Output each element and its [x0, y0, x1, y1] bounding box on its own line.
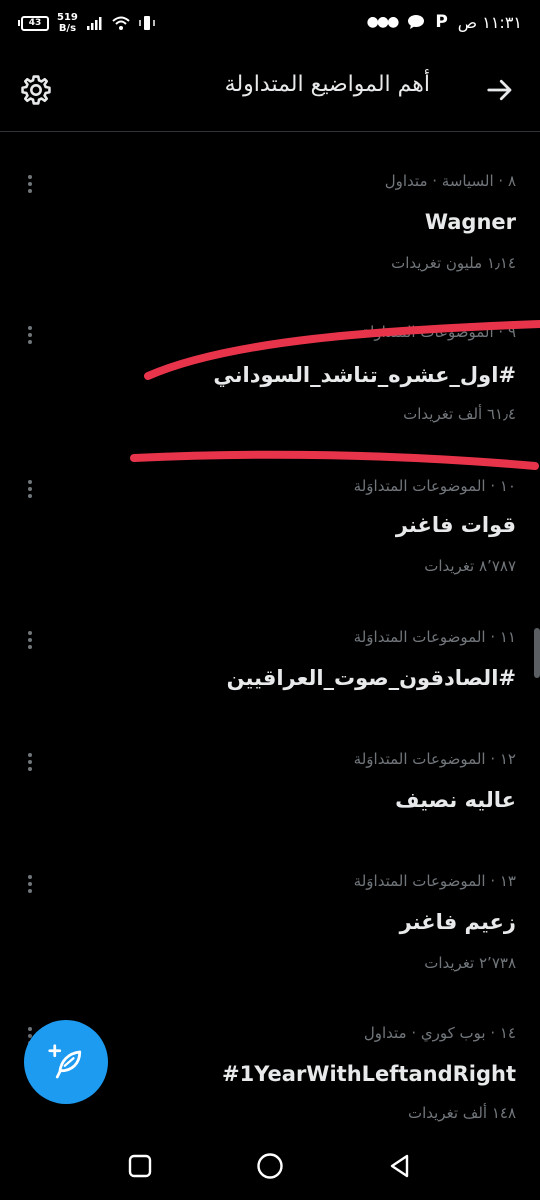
- recents-square-icon: [128, 1154, 152, 1178]
- home-button[interactable]: [250, 1146, 290, 1186]
- status-bar: 43 519 B/s ●●● P ١١:٣١ ص: [0, 0, 540, 48]
- trend-more-button[interactable]: [22, 323, 38, 347]
- status-left: 43 519 B/s: [18, 12, 156, 34]
- trend-item[interactable]: ١١ · الموضوعات المتداوَلة #الصادقون_صوت_…: [0, 618, 540, 728]
- trend-meta: ١٣ · الموضوعات المتداوَلة: [353, 872, 516, 890]
- trend-name: #الصادقون_صوت_العراقيين: [226, 666, 516, 690]
- trend-item[interactable]: ٨ · السياسة · متداول Wagner ١٫١٤ مليون ت…: [0, 160, 540, 300]
- trend-name: قوات فاغنر: [395, 513, 516, 537]
- network-speed-value: 519: [57, 12, 78, 23]
- feather-plus-icon: [48, 1044, 82, 1079]
- trend-name: عاليه نصيف: [395, 788, 516, 812]
- back-nav-button[interactable]: [380, 1146, 420, 1186]
- trend-item[interactable]: ١٣ · الموضوعات المتداوَلة زعيم فاغنر ٢٬٧…: [0, 862, 540, 1002]
- trend-meta: ١١ · الموضوعات المتداوَلة: [353, 628, 516, 646]
- signal-icon: [86, 17, 102, 30]
- trend-name: #اول_عشره_تناشد_السوداني: [213, 363, 516, 387]
- trend-count: ٦١٫٤ ألف تغريدات: [403, 405, 516, 423]
- trend-name: #1YearWithLeftandRight: [222, 1062, 516, 1086]
- compose-tweet-button[interactable]: [24, 1020, 108, 1104]
- trend-more-button[interactable]: [22, 628, 38, 652]
- trend-name: Wagner: [424, 210, 516, 234]
- trend-item[interactable]: ١٢ · الموضوعات المتداوَلة عاليه نصيف: [0, 740, 540, 850]
- trend-more-button[interactable]: [22, 750, 38, 774]
- more-notifications-icon: ●●●: [366, 14, 400, 30]
- trend-name: زعيم فاغنر: [399, 910, 516, 934]
- trend-meta: ٩ · الموضوعات المتداوَلة: [361, 323, 516, 341]
- battery-level: 43: [21, 15, 49, 31]
- wifi-icon: [112, 16, 130, 30]
- back-button[interactable]: [480, 70, 520, 110]
- arrow-right-icon: [487, 79, 512, 101]
- carrier-badge: P: [435, 12, 448, 32]
- trend-more-button[interactable]: [22, 477, 38, 501]
- chat-bubble-icon: [408, 15, 425, 29]
- top-app-bar: أهم المواضيع المتداولة: [0, 48, 540, 132]
- trend-more-button[interactable]: [22, 872, 38, 896]
- status-right: ●●● P ١١:٣١ ص: [367, 12, 522, 32]
- trend-item[interactable]: ٩ · الموضوعات المتداوَلة #اول_عشره_تناشد…: [0, 315, 540, 455]
- page-title: أهم المواضيع المتداولة: [224, 72, 430, 97]
- home-circle-icon: [257, 1153, 283, 1179]
- trend-meta: ١٢ · الموضوعات المتداوَلة: [353, 750, 516, 768]
- trend-count: ٢٬٧٣٨ تغريدات: [424, 954, 516, 972]
- settings-button[interactable]: [16, 70, 56, 110]
- battery-icon: 43: [18, 15, 49, 31]
- trend-more-button[interactable]: [22, 172, 38, 196]
- network-speed-unit: B/s: [58, 23, 77, 34]
- clock: ١١:٣١ ص: [457, 12, 522, 32]
- network-speed: 519 B/s: [57, 12, 78, 34]
- back-triangle-icon: [390, 1154, 409, 1178]
- trend-count: ١٤٨ ألف تغريدات: [408, 1104, 516, 1122]
- scrollbar-thumb[interactable]: [534, 628, 540, 678]
- trend-count: ٨٬٧٨٧ تغريدات: [424, 557, 516, 575]
- system-nav-bar: [0, 1128, 540, 1200]
- recents-button[interactable]: [120, 1146, 160, 1186]
- vibrate-icon: [139, 16, 155, 30]
- gear-icon: [21, 75, 51, 105]
- trend-meta: ١٤ · بوب كوري · متداول: [363, 1024, 516, 1042]
- trend-count: ١٫١٤ مليون تغريدات: [391, 254, 516, 272]
- trend-meta: ١٠ · الموضوعات المتداوَلة: [353, 477, 516, 495]
- screen: 43 519 B/s ●●● P ١١:٣١ ص أهم المواضيع ال…: [0, 0, 540, 1200]
- trend-item[interactable]: ١٠ · الموضوعات المتداوَلة قوات فاغنر ٨٬٧…: [0, 465, 540, 605]
- trend-meta: ٨ · السياسة · متداول: [384, 172, 516, 190]
